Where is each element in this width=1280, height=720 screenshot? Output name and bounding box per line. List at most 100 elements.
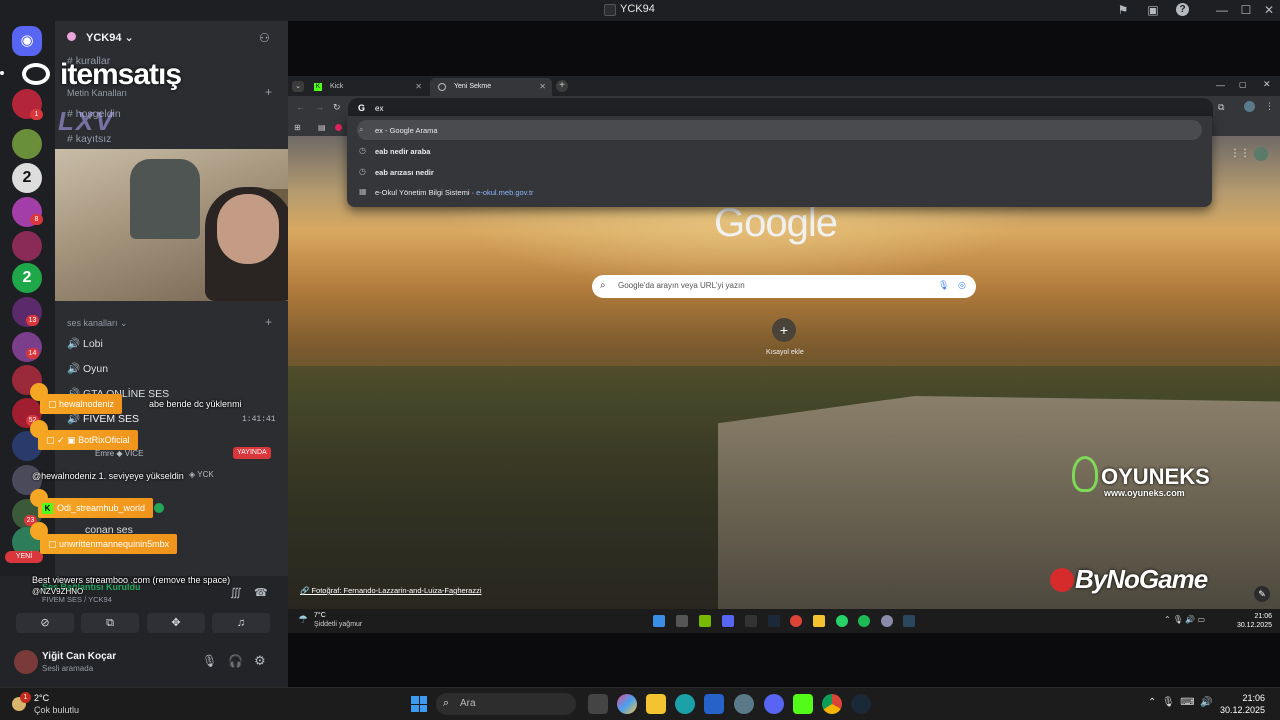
store-icon[interactable] — [704, 694, 724, 714]
steam-icon[interactable] — [851, 694, 871, 714]
windows-start-icon[interactable] — [411, 696, 427, 712]
voice-channel-oyun[interactable]: 🔊 Oyun — [67, 362, 108, 375]
extensions-icon[interactable]: ⧉ — [1218, 102, 1224, 113]
voice-location[interactable]: FIVEM SES / YCK94 — [42, 595, 112, 604]
whatsapp-icon[interactable] — [836, 615, 848, 627]
inbox-icon[interactable]: ▣ — [1145, 3, 1161, 18]
kick-icon[interactable] — [793, 694, 813, 714]
task-view-icon[interactable] — [588, 694, 608, 714]
server-icon[interactable]: 2 — [12, 263, 42, 293]
voice-search-icon[interactable]: 🎙 — [938, 280, 949, 291]
promo-user: @NZV9ZHNO — [32, 587, 84, 596]
close-button[interactable]: ✕ — [1261, 3, 1277, 18]
taskbar-search[interactable]: ⌕ Ara — [436, 693, 576, 715]
omnibox-input[interactable]: ex — [375, 104, 383, 113]
back-icon[interactable]: ← — [296, 102, 305, 112]
close-window-button[interactable]: ✕ — [1263, 79, 1271, 90]
steam-icon[interactable] — [768, 615, 780, 627]
apps-icon[interactable]: ⊞ — [294, 123, 301, 132]
live-streamer[interactable]: Emre ◆ VICE — [95, 449, 143, 458]
avatar[interactable] — [14, 650, 38, 674]
menu-icon[interactable]: ⋮ — [1265, 101, 1274, 112]
help-icon[interactable]: ? — [1176, 3, 1189, 16]
discord-icon[interactable] — [764, 694, 784, 714]
screen-share-button[interactable]: ⧉ — [81, 613, 139, 633]
chat-username: ▢ hewalnodeniz — [40, 394, 123, 414]
settings-gear-icon[interactable]: ⚙ — [254, 653, 266, 669]
server-name[interactable]: YCK94 ⌄ — [86, 31, 134, 44]
close-tab-icon[interactable]: ✕ — [415, 82, 422, 91]
history-icon: ◷ — [359, 146, 366, 155]
google-apps-icon[interactable]: ⋮⋮ — [1230, 148, 1250, 159]
discord-icon[interactable] — [722, 615, 734, 627]
suggestion-history[interactable]: ◷ eab nedir araba — [357, 141, 1202, 161]
soundboard-button[interactable]: ♫ — [212, 613, 270, 633]
maximize-button[interactable]: ▢ — [1239, 80, 1247, 89]
steam-icon[interactable] — [903, 615, 915, 627]
server-icon[interactable] — [12, 129, 42, 159]
file-explorer-icon[interactable] — [646, 694, 666, 714]
close-tab-icon[interactable]: ✕ — [539, 82, 546, 91]
minimize-button[interactable]: — — [1216, 80, 1225, 90]
minimize-button[interactable]: — — [1214, 3, 1230, 18]
oyuneks-logo: OYUNEKS — [1101, 464, 1210, 489]
new-tab-button[interactable]: + — [556, 80, 568, 92]
server-icon[interactable] — [12, 231, 42, 261]
copilot-icon[interactable] — [617, 694, 637, 714]
tray-icons[interactable]: ⌃ 🎙 ⌨ 🔊 — [1148, 697, 1213, 708]
headphones-icon[interactable]: 🎧 — [228, 654, 243, 668]
account-avatar[interactable] — [1254, 147, 1268, 161]
live-user[interactable]: ◈ YCK — [189, 470, 214, 479]
start-icon[interactable] — [653, 615, 665, 627]
tab-kick[interactable]: K Kick ✕ — [306, 78, 428, 96]
suggestion-history[interactable]: ◷ eab arızası nedir — [357, 162, 1202, 182]
app-icon[interactable] — [881, 615, 893, 627]
photo-credit[interactable]: 🔗 Fotoğraf: Fernando-Lazzarin-and-Luiza-… — [300, 586, 482, 595]
chrome-icon[interactable] — [790, 615, 802, 627]
category-voice[interactable]: ses kanalları ⌄ — [67, 318, 128, 329]
add-shortcut-label: Kısayol ekle — [766, 349, 804, 356]
tab-search-button[interactable]: ⌄ — [292, 81, 304, 92]
discord-home-icon[interactable]: ◉ — [12, 26, 42, 56]
reload-icon[interactable]: ↻ — [333, 102, 341, 113]
itemsatis-logo-icon — [22, 63, 50, 85]
voice-channel-lobi[interactable]: 🔊 Lobi — [67, 337, 103, 350]
camera-off-button[interactable]: ⊘ — [16, 613, 74, 633]
bookmark-icon[interactable]: ▤ — [318, 123, 326, 132]
add-friend-icon[interactable]: ⚇ — [259, 31, 270, 45]
stream-timer: 1:41:41 — [242, 415, 276, 424]
chrome-icon[interactable] — [822, 694, 842, 714]
tray-icons[interactable]: ⌃ 🎙 🔊 ▭ — [1164, 615, 1205, 624]
spotify-icon[interactable] — [858, 615, 870, 627]
nvidia-icon[interactable] — [699, 615, 711, 627]
server-icon[interactable]: 2 — [12, 163, 42, 193]
folder-icon[interactable] — [813, 615, 825, 627]
maximize-button[interactable]: ☐ — [1238, 3, 1254, 18]
forward-icon[interactable]: → — [315, 102, 324, 112]
suggestion-site[interactable]: ▦ e-Okul Yönetim Bilgi Sistemi · e-okul.m… — [357, 182, 1202, 202]
add-channel-icon[interactable]: + — [265, 315, 272, 329]
tab-new-tab[interactable]: Yeni Sekme ✕ — [430, 78, 552, 96]
mic-icon[interactable]: 🎙 — [202, 654, 217, 668]
mention-badge: 13 — [26, 315, 39, 326]
search-box[interactable]: ⌕ Google'da arayın veya URL'yi yazın 🎙 ◎ — [592, 275, 976, 298]
customize-icon[interactable]: ✎ — [1254, 586, 1270, 602]
noise-icon[interactable]: ∭ — [230, 586, 242, 599]
omnibox[interactable]: G ex — [348, 98, 1213, 118]
user-name[interactable]: Yiğit Can Koçar — [42, 651, 116, 662]
add-channel-icon[interactable]: + — [265, 85, 272, 99]
edge-icon[interactable] — [675, 694, 695, 714]
profile-icon[interactable] — [1244, 101, 1255, 112]
disconnect-icon[interactable]: ☎ — [254, 586, 268, 599]
bookmark-icon[interactable] — [335, 124, 342, 131]
lens-icon[interactable]: ◎ — [958, 280, 966, 291]
flag-icon[interactable]: ⚑ — [1115, 3, 1131, 18]
epic-icon[interactable] — [745, 615, 757, 627]
weather-desc: Çok bulutlu — [34, 705, 80, 715]
app-icon[interactable] — [676, 615, 688, 627]
activities-button[interactable]: ✥ — [147, 613, 205, 633]
settings-icon[interactable] — [734, 694, 754, 714]
suggestion-search[interactable]: ⌕ ex - Google Arama — [357, 120, 1202, 140]
mention-badge: 14 — [26, 348, 39, 359]
add-shortcut-button[interactable]: + — [772, 318, 796, 342]
